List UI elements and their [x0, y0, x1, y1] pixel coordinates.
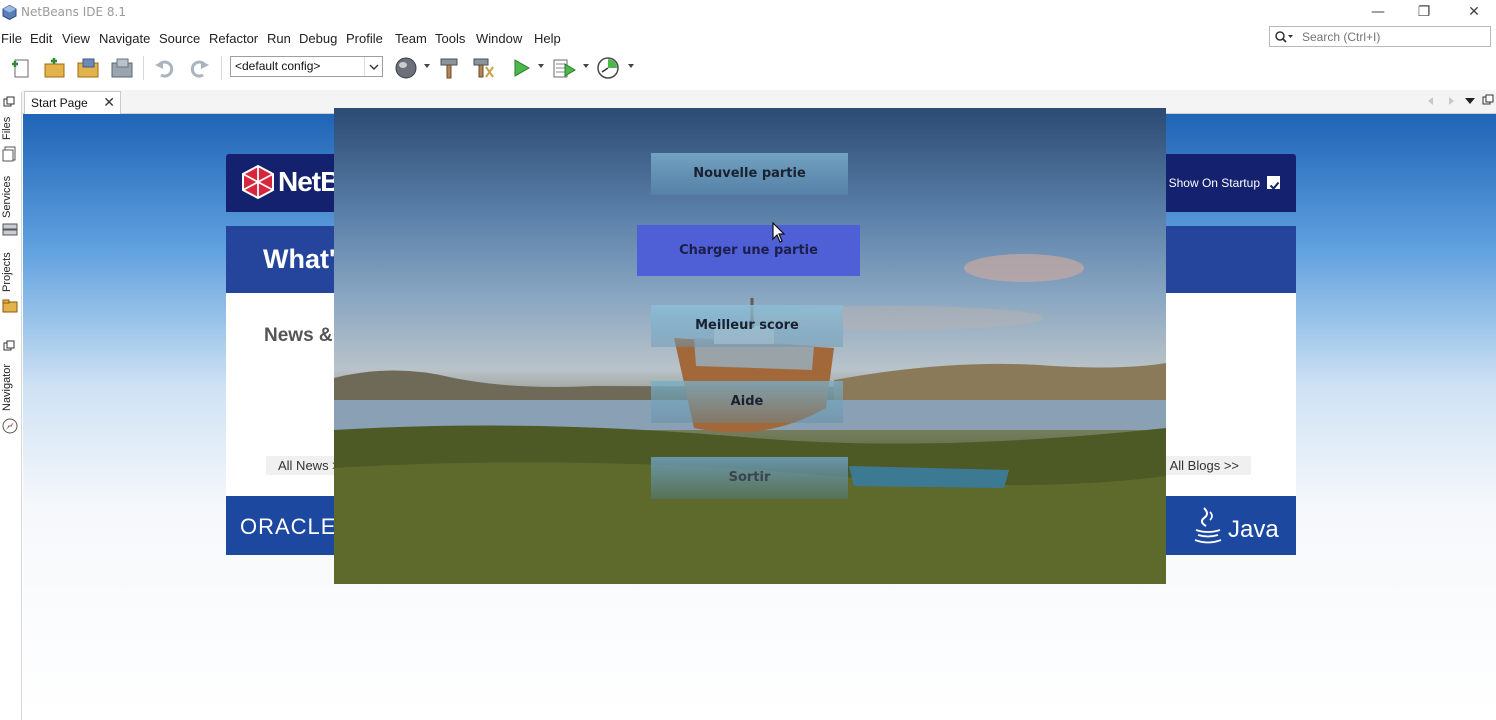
tab-start-page[interactable]: Start Page ✕ — [24, 91, 121, 114]
java-logo-text: Java — [1228, 516, 1279, 543]
chevron-down-icon — [364, 57, 382, 76]
new-game-button[interactable]: Nouvelle partie — [651, 153, 848, 195]
profile-dropdown-arrow[interactable] — [628, 64, 634, 68]
undo-icon[interactable] — [152, 55, 178, 81]
run-dropdown-arrow[interactable] — [538, 64, 544, 68]
netbeans-logo-icon — [242, 164, 274, 200]
menu-bar: File Edit View Navigate Source Refactor … — [0, 28, 1260, 50]
minimize-button[interactable]: — — [1355, 0, 1401, 26]
debug-icon[interactable] — [551, 55, 577, 81]
high-score-button[interactable]: Meilleur score — [651, 305, 843, 347]
search-icon — [1275, 31, 1293, 43]
menu-help[interactable]: Help — [534, 31, 561, 46]
main-toolbar — [0, 52, 1496, 82]
redo-icon[interactable] — [186, 55, 212, 81]
close-project-icon[interactable] — [109, 55, 135, 81]
files-tab-label: Files — [1, 116, 13, 140]
side-panel-bar: Files Services Projects Navigator — [0, 92, 22, 720]
tab-start-page-label: Start Page — [31, 96, 88, 110]
checkmark-icon — [1269, 181, 1280, 190]
menu-team[interactable]: Team — [395, 31, 427, 46]
search-box[interactable] — [1269, 26, 1491, 47]
close-tab-icon[interactable]: ✕ — [103, 94, 115, 111]
browser-dropdown-arrow[interactable] — [424, 64, 430, 68]
new-file-icon[interactable] — [8, 55, 34, 81]
restore-button[interactable]: ❐ — [1401, 0, 1447, 26]
new-project-icon[interactable] — [41, 55, 67, 81]
restore-window-group-icon[interactable] — [3, 96, 15, 108]
menu-view[interactable]: View — [62, 31, 90, 46]
search-input[interactable] — [1302, 29, 1482, 45]
open-project-icon[interactable] — [75, 55, 101, 81]
menu-window[interactable]: Window — [476, 31, 522, 46]
files-tab[interactable]: Files — [1, 112, 19, 162]
services-icon — [2, 223, 18, 236]
scroll-right-icon[interactable] — [1446, 96, 1456, 106]
exit-button[interactable]: Sortir — [651, 457, 848, 499]
files-icon — [2, 146, 16, 162]
config-dropdown[interactable]: <default config> — [230, 56, 383, 77]
projects-tab-label: Projects — [1, 252, 13, 292]
run-icon[interactable] — [508, 55, 534, 81]
navigator-tab[interactable]: Navigator — [1, 358, 19, 436]
window-title: NetBeans IDE 8.1 — [21, 5, 126, 19]
menu-file[interactable]: File — [1, 31, 22, 46]
title-bar: NetBeans IDE 8.1 — ❐ ✕ — [0, 0, 1496, 26]
mouse-cursor-icon — [772, 222, 786, 243]
debug-dropdown-arrow[interactable] — [583, 64, 589, 68]
profile-icon[interactable] — [595, 55, 621, 81]
projects-tab[interactable]: Projects — [1, 248, 19, 316]
load-game-button[interactable]: Charger une partie — [637, 225, 860, 276]
menu-refactor[interactable]: Refactor — [209, 31, 258, 46]
build-hammer-icon[interactable] — [436, 55, 462, 81]
menu-navigate[interactable]: Navigate — [99, 31, 150, 46]
navigator-tab-label: Navigator — [1, 363, 13, 411]
close-window-button[interactable]: ✕ — [1451, 0, 1496, 26]
menu-tools[interactable]: Tools — [435, 31, 465, 46]
scroll-left-icon[interactable] — [1426, 96, 1436, 106]
java-logo: Java — [1192, 506, 1280, 546]
config-dropdown-value: <default config> — [235, 59, 321, 73]
services-tab-label: Services — [1, 175, 13, 219]
show-on-startup-label: Show On Startup — [1168, 176, 1260, 190]
netbeans-app-icon — [2, 5, 17, 20]
show-opened-documents-icon[interactable] — [1464, 96, 1476, 106]
menu-run[interactable]: Run — [267, 31, 291, 46]
menu-debug[interactable]: Debug — [299, 31, 337, 46]
all-blogs-link[interactable]: All Blogs >> — [1157, 456, 1251, 475]
menu-source[interactable]: Source — [159, 31, 200, 46]
toolbar-separator — [221, 56, 222, 80]
show-on-startup-checkbox[interactable] — [1267, 176, 1280, 190]
menu-profile[interactable]: Profile — [346, 31, 383, 46]
game-main-menu-window: Nouvelle partie Charger une partie Meill… — [334, 108, 1166, 584]
services-tab[interactable]: Services — [1, 172, 19, 240]
menu-edit[interactable]: Edit — [30, 31, 52, 46]
restore-window-group-icon[interactable] — [3, 340, 15, 352]
java-cup-icon — [1194, 507, 1222, 544]
restore-editor-icon[interactable] — [1482, 94, 1494, 106]
navigator-compass-icon — [2, 418, 18, 434]
help-button[interactable]: Aide — [651, 381, 843, 423]
toolbar-separator — [143, 56, 144, 80]
clean-build-icon[interactable] — [470, 55, 496, 81]
browser-globe-icon[interactable] — [393, 55, 419, 81]
oracle-logo: ORACLE — [240, 514, 337, 539]
projects-icon — [2, 299, 18, 313]
